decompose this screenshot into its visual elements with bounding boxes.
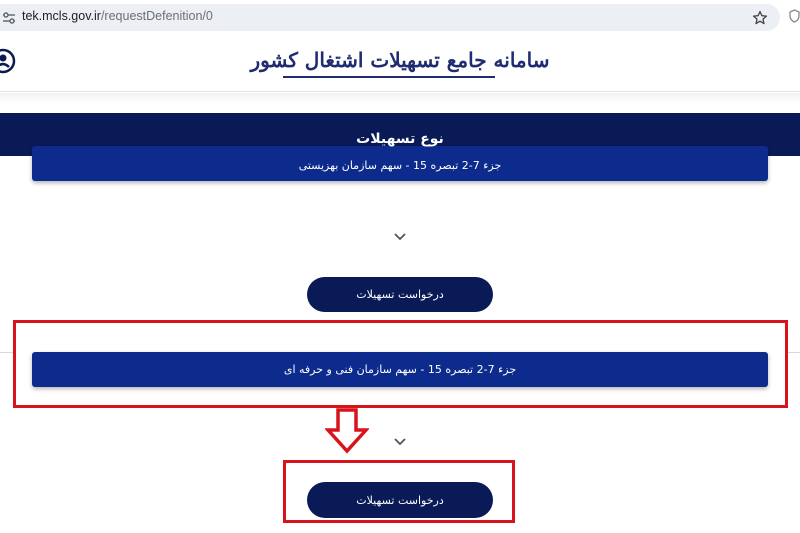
url-host: tek.mcls.gov.ir [22, 9, 101, 23]
site-title: سامانه جامع تسهیلات اشتغال کشور [250, 48, 550, 72]
divider [0, 352, 14, 353]
highlight-box [283, 460, 515, 523]
divider [786, 352, 800, 353]
highlight-box [13, 320, 788, 408]
chevron-down-icon[interactable] [393, 437, 407, 446]
title-underline [283, 76, 495, 78]
url-text: tek.mcls.gov.ir/requestDefenition/0 [22, 9, 213, 23]
chevron-down-icon[interactable] [393, 232, 407, 241]
site-header: سامانه جامع تسهیلات اشتغال کشور [0, 34, 800, 92]
url-field[interactable]: tek.mcls.gov.ir/requestDefenition/0 [0, 4, 780, 31]
user-icon[interactable] [0, 48, 16, 74]
star-icon[interactable] [752, 10, 768, 26]
header-shadow [0, 93, 800, 103]
request-facility-button[interactable]: درخواست تسهیلات [307, 277, 493, 312]
arrow-down-icon [325, 408, 369, 454]
browser-address-bar: tek.mcls.gov.ir/requestDefenition/0 [0, 0, 800, 34]
facility-item-behzisti[interactable]: جزء 7-2 تبصره 15 - سهم سازمان بهزیستی [32, 146, 768, 181]
tune-icon[interactable] [2, 11, 16, 25]
url-path: /requestDefenition/0 [100, 9, 213, 23]
shield-icon[interactable] [789, 9, 800, 23]
facility-type-title: نوع تسهیلات [356, 131, 444, 147]
